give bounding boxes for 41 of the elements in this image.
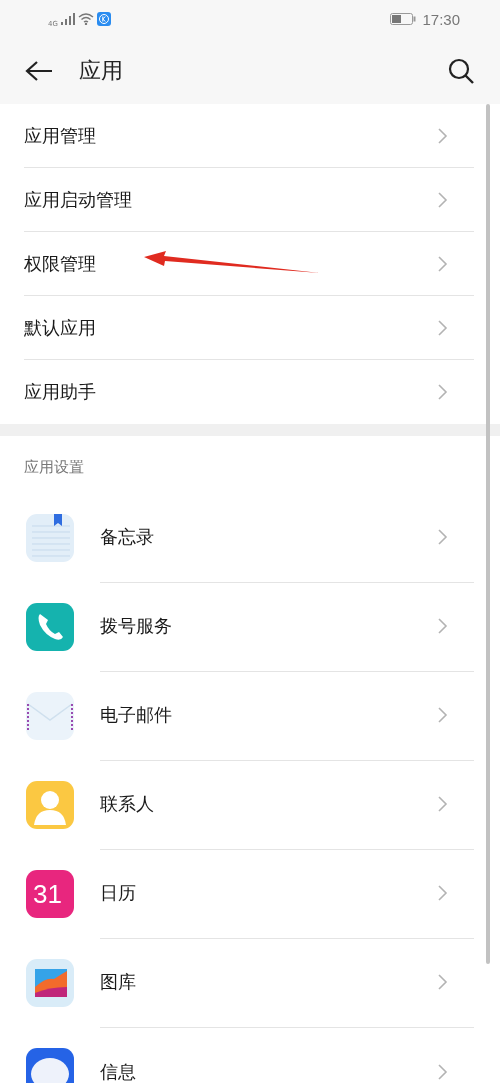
wifi-icon [77,13,94,25]
battery-icon [390,13,417,25]
chevron-icon [437,617,448,635]
section-header: 应用设置 [24,457,85,478]
menu-item[interactable]: 默认应用 [24,296,474,360]
chevron-icon [437,383,448,401]
app-item[interactable]: 图库 [24,938,474,1027]
search-icon[interactable] [448,58,474,84]
page-title: 应用 [79,57,124,85]
chevron-icon [437,795,448,813]
signal-icon [60,13,75,25]
app-icon [24,511,76,564]
chevron-icon [437,254,448,273]
app-icon [24,778,76,831]
app-item[interactable]: 31 日历 [24,849,474,938]
chevron-icon [437,973,448,991]
app-icon [24,956,76,1009]
chevron-icon [437,706,448,724]
app-badge-icon [96,12,111,26]
app-item[interactable]: 电子邮件 [24,671,474,760]
chevron-icon [437,318,448,337]
icon-number: 31 [33,878,62,909]
app-icon [24,867,76,920]
app-item[interactable]: 信息 [24,1027,474,1083]
app-icon [24,600,76,653]
chevron-icon [437,126,448,145]
app-item[interactable]: 联系人 [24,760,474,849]
app-icon [24,1045,76,1083]
app-item[interactable]: 备忘录 [24,493,474,582]
menu-item[interactable]: 应用管理 [24,104,474,168]
app-icon [24,689,76,742]
menu-item[interactable]: 应用助手 [24,360,474,424]
chevron-icon [437,1062,448,1081]
chevron-icon [437,190,448,209]
menu-item[interactable]: 应用启动管理 [24,168,474,232]
menu-item[interactable]: 权限管理 [24,232,474,296]
back-icon[interactable] [25,60,53,82]
chevron-icon [437,528,448,546]
chevron-icon [437,884,448,902]
app-item[interactable]: 拨号服务 [24,582,474,671]
clock-time: 17:30 [422,10,460,28]
